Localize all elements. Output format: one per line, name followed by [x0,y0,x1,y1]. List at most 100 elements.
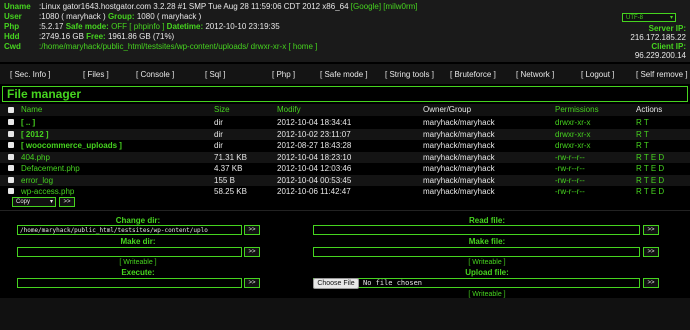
execute-input[interactable] [17,278,242,288]
row-checkbox[interactable] [8,165,14,171]
menu-logout[interactable]: [ Logout ] [581,70,614,79]
file-permissions-link[interactable]: drwxr-xr-x [555,141,591,151]
col-modify[interactable]: Modify [277,105,301,114]
row-checkbox[interactable] [8,119,14,125]
cwd-value-group: :/home/maryhack/public_html/testsites/wp… [39,42,317,52]
chevron-down-icon: ▾ [669,15,673,21]
table-row: wp-access.php 58.25 KB 2012-10-06 11:42:47… [0,186,690,197]
file-size: 4.37 KB [214,164,243,173]
menu-bruteforce[interactable]: [ Bruteforce ] [450,70,496,79]
free-value: 1961.86 GB (71%) [107,32,175,41]
menu-sql[interactable]: [ Sql ] [205,70,225,79]
divider [0,210,690,211]
menu-sec-info[interactable]: [ Sec. Info ] [10,70,50,79]
home-link[interactable]: [ home ] [288,42,317,51]
file-name-link[interactable]: error_log [21,176,53,186]
safe-mode-value: OFF [111,22,128,31]
menu-files[interactable]: [ Files ] [83,70,109,79]
file-size: dir [214,129,223,139]
uname-value-group: :Linux gator1643.hostgator.com 3.2.28 #1… [39,2,418,12]
cwd-permissions: drwxr-xr-x [250,42,287,51]
file-size: 155 B [214,175,235,185]
file-name-link[interactable]: Defacement.php [21,164,80,174]
table-row: [ woocommerce_uploads ] dir 2012-08-27 18:… [0,140,690,151]
make-dir-input[interactable] [17,247,242,257]
file-table-header: Name Size Modify Owner/Group Permissions… [0,104,690,116]
file-permissions-link[interactable]: -rw-r--r-- [555,153,585,163]
make-dir-title: Make dir: [120,237,156,246]
menu-safe-mode[interactable]: [ Safe mode ] [320,70,368,79]
col-permissions[interactable]: Permissions [555,105,599,114]
make-file-go-button[interactable]: >> [643,247,659,257]
change-dir-input[interactable]: /home/maryhack/public_html/testsites/wp-… [17,225,242,235]
file-name-link[interactable]: 404.php [21,153,50,163]
free-label: Free: [86,32,106,41]
file-permissions-link[interactable]: drwxr-xr-x [555,118,591,128]
file-permissions-link[interactable]: -rw-r--r-- [555,187,585,197]
php-value-group: :5.2.17 Safe mode: OFF [ phpinfo ] Datet… [39,22,280,32]
file-manager-panel: File manager [2,86,688,102]
google-link[interactable]: [Google] [351,2,381,11]
upload-file-status: No file chosen [363,279,423,287]
safe-mode-label: Safe mode: [65,22,109,31]
file-name-link[interactable]: wp-access.php [21,187,74,197]
file-owner-group: maryhack/maryhack [423,141,495,150]
file-permissions-link[interactable]: drwxr-xr-x [555,130,591,140]
upload-writeable: [ Writeable ] [468,291,506,298]
read-file-go-button[interactable]: >> [643,225,659,235]
row-checkbox[interactable] [8,188,14,194]
milw0rm-link[interactable]: [milw0rm] [383,2,417,11]
read-file-input[interactable] [313,225,640,235]
php-label: Php [4,22,20,31]
menu-string-tools[interactable]: [ String tools ] [385,70,434,79]
cwd-path[interactable]: :/home/maryhack/public_html/testsites/wp… [39,42,248,51]
row-checkbox[interactable] [8,130,14,137]
file-permissions-link[interactable]: -rw-r--r-- [555,164,585,174]
file-permissions-link[interactable]: -rw-r--r-- [555,176,585,186]
file-actions[interactable]: R T E D [636,187,664,197]
file-modified: 2012-10-04 18:23:10 [277,152,352,162]
file-actions[interactable]: R T E D [636,176,664,186]
file-name-link[interactable]: [ .. ] [21,118,35,128]
menu-php[interactable]: [ Php ] [272,70,295,79]
row-checkbox[interactable] [8,142,14,148]
charset-select[interactable]: UTF-8 ▾ [622,13,676,22]
server-info-header: Uname :Linux gator1643.hostgator.com 3.2… [0,0,690,62]
file-modified: 2012-10-04 12:03:46 [277,164,352,173]
file-owner-group: maryhack/maryhack [423,118,495,127]
file-action-select[interactable]: Copy ▾ [12,197,56,207]
file-action-go-button[interactable]: >> [59,197,75,207]
phpinfo-link[interactable]: [ phpinfo ] [129,22,164,31]
file-owner-group: maryhack/maryhack [423,129,495,139]
file-name-link[interactable]: [ 2012 ] [21,130,49,140]
file-size: 71.31 KB [214,152,247,162]
datetime-label: Datetime: [166,22,204,31]
upload-file-go-button[interactable]: >> [643,278,659,288]
menu-network[interactable]: [ Network ] [516,70,554,79]
choose-file-button[interactable]: Choose File [313,278,359,289]
col-name[interactable]: Name [21,105,42,114]
execute-go-button[interactable]: >> [244,278,260,288]
select-all-checkbox[interactable] [8,107,14,113]
file-actions[interactable]: R T E D [636,164,664,174]
file-name-link[interactable]: [ woocommerce_uploads ] [21,141,122,151]
col-size[interactable]: Size [214,105,230,114]
menu-console[interactable]: [ Console ] [136,70,174,79]
file-actions[interactable]: R T E D [636,153,664,163]
file-actions[interactable]: R T [636,130,649,140]
make-dir-go-button[interactable]: >> [244,247,260,257]
file-actions[interactable]: R T [636,141,649,151]
change-dir-go-button[interactable]: >> [244,225,260,235]
datetime-value: 2012-10-10 23:19:35 [205,22,280,31]
menu-self-remove[interactable]: [ Self remove ] [636,70,688,79]
table-row: 404.php 71.31 KB 2012-10-04 18:23:10 maryha… [0,151,690,163]
user-value-group: :1080 ( maryhack ) Group: 1080 ( maryhac… [39,12,201,22]
file-owner-group: maryhack/maryhack [423,175,495,185]
chevron-down-icon: ▾ [49,199,53,205]
row-checkbox[interactable] [8,153,14,160]
make-file-input[interactable] [313,247,640,257]
file-actions[interactable]: R T [636,118,649,128]
upload-file-title: Upload file: [465,268,509,277]
row-checkbox[interactable] [8,176,14,183]
table-row: [ 2012 ] dir 2012-10-02 23:11:07 maryhack/m… [0,128,690,140]
